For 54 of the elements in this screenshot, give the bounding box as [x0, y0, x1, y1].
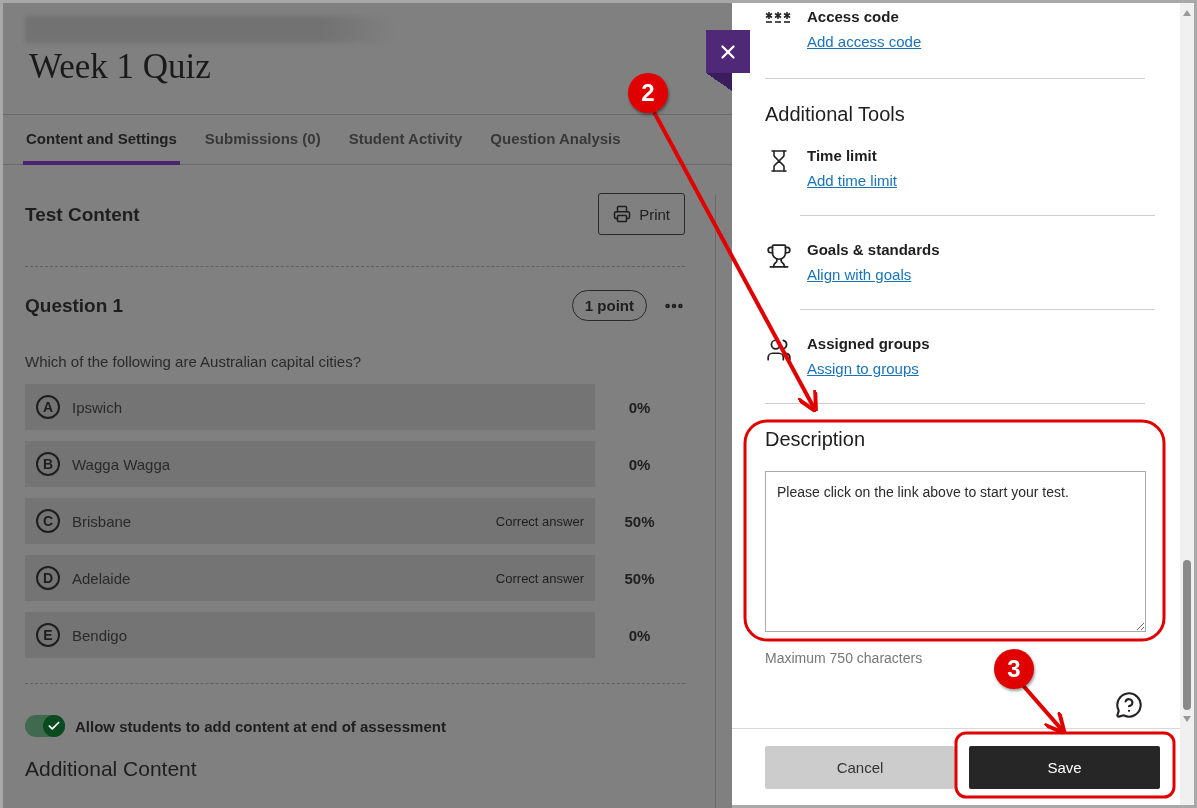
option-letter: B — [36, 452, 60, 476]
close-button[interactable] — [706, 30, 750, 73]
question-title: Question 1 — [25, 294, 124, 317]
option-letter: C — [36, 509, 60, 533]
option-text: Bendigo — [72, 626, 129, 644]
option-text: Brisbane — [72, 512, 133, 530]
tool-link[interactable]: Add time limit — [807, 172, 898, 189]
scrollbar[interactable] — [1180, 0, 1197, 808]
print-button[interactable]: Print — [598, 193, 685, 235]
tool-title: Assigned groups — [807, 335, 930, 352]
correct-answer-label: Correct answer — [495, 513, 584, 529]
question-text: Which of the following are Australian capital cities? — [25, 353, 362, 370]
scroll-up-icon[interactable] — [1182, 9, 1192, 17]
printer-icon — [613, 205, 632, 223]
option-percent: 50% — [623, 512, 656, 530]
section-heading: Test Content — [25, 204, 140, 226]
tool-link[interactable]: Assign to groups — [807, 360, 919, 377]
option-letter: E — [36, 623, 60, 647]
description-heading: Description — [765, 428, 867, 451]
option-percent: 0% — [627, 398, 652, 416]
trophy-icon — [766, 243, 792, 269]
panel-heading: Additional Tools — [765, 103, 906, 126]
option-text: Adelaide — [72, 569, 132, 587]
description-field[interactable]: Please click on the link above to start your test. — [765, 471, 1146, 632]
option-letter: D — [36, 566, 60, 590]
option-percent: 0% — [627, 626, 652, 644]
tool-link[interactable]: Align with goals — [807, 266, 912, 283]
option-percent: 50% — [623, 569, 656, 587]
option-text: Ipswich — [72, 398, 124, 416]
option-letter: A — [36, 395, 60, 419]
cancel-button[interactable]: Cancel — [765, 745, 955, 789]
toggle-switch[interactable] — [25, 715, 65, 737]
tool-title: Access code — [807, 8, 900, 25]
check-icon — [47, 719, 61, 733]
tab[interactable]: Content and Settings — [23, 115, 180, 165]
tab[interactable]: Question Analysis — [487, 115, 624, 165]
help-icon[interactable] — [1115, 691, 1143, 719]
page-title: Week 1 Quiz — [29, 47, 211, 87]
character-limit-hint: Maximum 750 characters — [765, 650, 923, 666]
option-percent: 0% — [627, 455, 652, 473]
correct-answer-label: Correct answer — [495, 570, 584, 586]
asterisks-icon — [765, 10, 793, 24]
section-heading: Additional Content — [25, 757, 198, 781]
tab[interactable]: Submissions (0) — [201, 115, 324, 165]
toggle-label: Allow students to add content at end of assessment — [75, 717, 446, 735]
option-text: Wagga Wagga — [72, 455, 172, 473]
tab[interactable]: Student Activity — [345, 115, 466, 165]
tool-title: Time limit — [807, 147, 878, 164]
save-button[interactable]: Save — [969, 745, 1160, 789]
scrollbar-thumb[interactable] — [1183, 560, 1191, 710]
tool-title: Goals & standards — [807, 241, 940, 258]
scroll-down-icon[interactable] — [1182, 715, 1192, 723]
tool-link[interactable]: Add access code — [807, 33, 922, 50]
people-icon — [766, 337, 792, 363]
